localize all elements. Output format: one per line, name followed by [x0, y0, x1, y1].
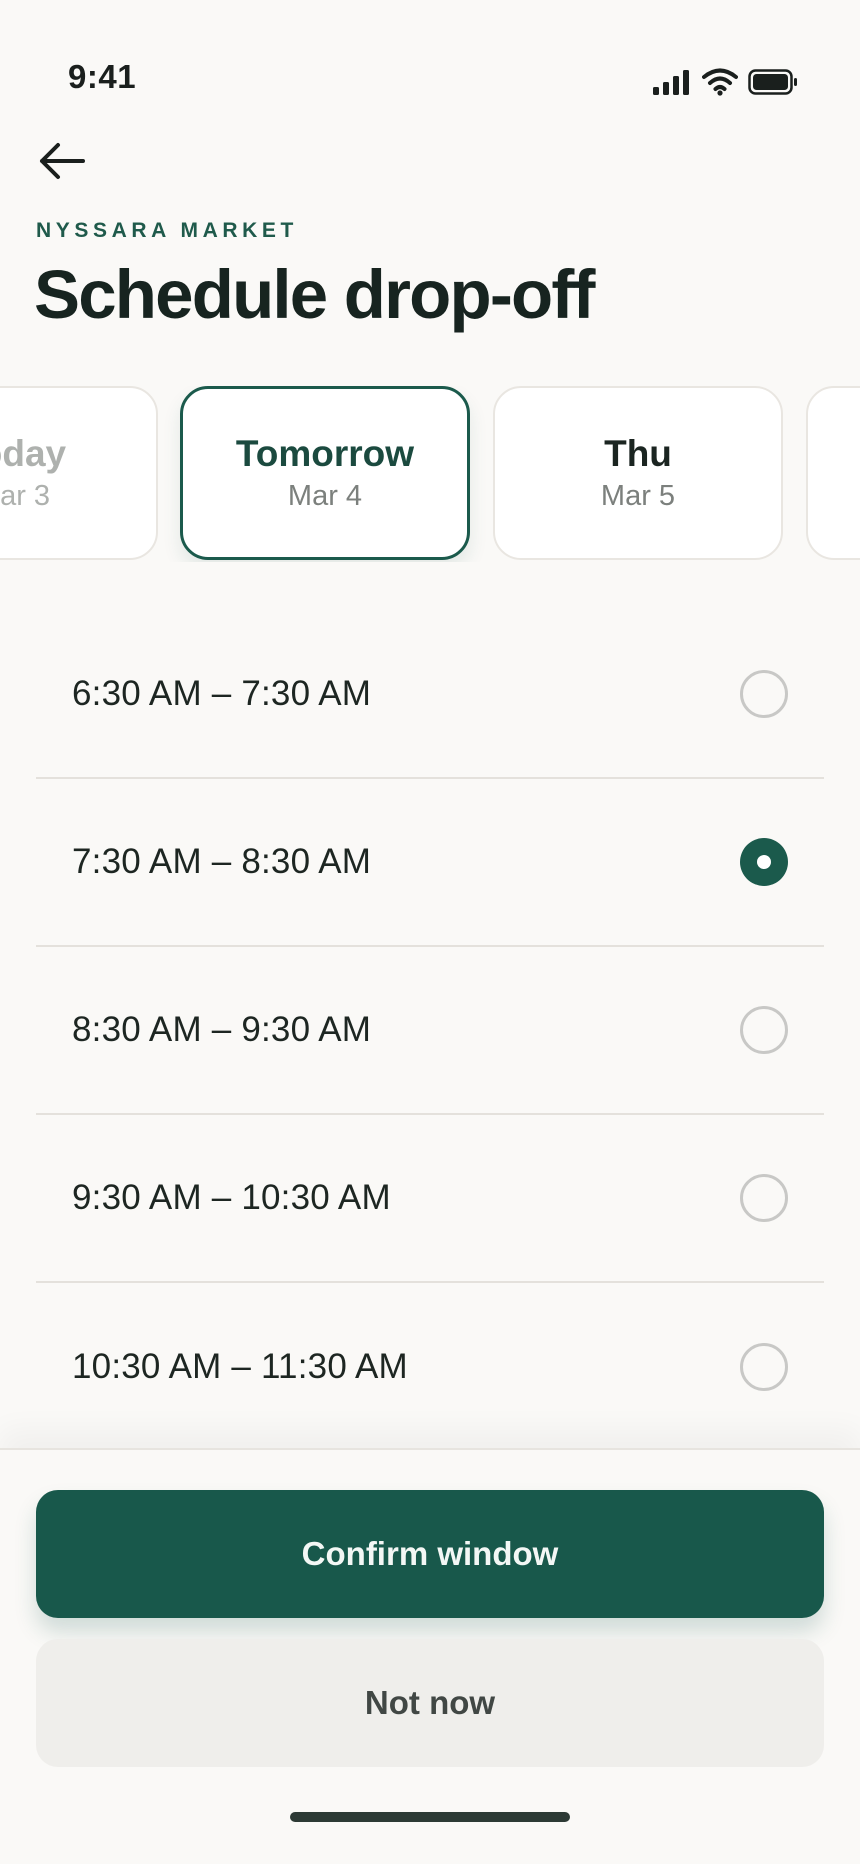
schedule-dropoff-screen: 9:41 NYSSARA MARKET Schedule drop-off da… — [0, 0, 860, 1864]
time-slot[interactable]: 10:30 AM – 11:30 AM — [36, 1283, 824, 1451]
slot-time: 6:30 AM – 7:30 AM — [72, 674, 372, 713]
action-sheet: Confirm window Not now — [0, 1448, 860, 1864]
store-name: NYSSARA MARKET — [36, 219, 298, 242]
radio-button-selected[interactable] — [740, 838, 788, 886]
day-date: Mar 4 — [287, 479, 363, 512]
day-card-next[interactable] — [806, 386, 860, 560]
status-bar: 9:41 — [0, 0, 860, 120]
arrow-left-icon — [37, 141, 87, 186]
status-icons — [652, 68, 798, 101]
day-label: Thu — [604, 433, 672, 475]
day-card-thu[interactable]: Thu Mar 5 — [493, 386, 783, 560]
radio-button[interactable] — [740, 670, 788, 718]
page-title: Schedule drop-off — [34, 256, 596, 333]
day-date: Mar 3 — [0, 479, 51, 512]
day-card-tomorrow[interactable]: Tomorrow Mar 4 — [180, 386, 470, 560]
confirm-window-button[interactable]: Confirm window — [36, 1490, 824, 1618]
slot-time: 7:30 AM – 8:30 AM — [72, 842, 372, 881]
slot-time: 9:30 AM – 10:30 AM — [72, 1178, 391, 1217]
day-date: Mar 5 — [600, 479, 676, 512]
not-now-button[interactable]: Not now — [36, 1639, 824, 1767]
battery-icon — [748, 69, 798, 100]
slot-time: 8:30 AM – 9:30 AM — [72, 1010, 372, 1049]
radio-button[interactable] — [740, 1343, 788, 1391]
day-label: Today — [0, 433, 67, 475]
slot-time: 10:30 AM – 11:30 AM — [72, 1347, 408, 1386]
radio-button[interactable] — [740, 1006, 788, 1054]
time-slot[interactable]: 7:30 AM – 8:30 AM — [36, 779, 824, 947]
time-slot[interactable]: 9:30 AM – 10:30 AM — [36, 1115, 824, 1283]
day-selector: Today Mar 3 Tomorrow Mar 4 Thu Mar 5 — [0, 386, 860, 562]
time-slot-list: 6:30 AM – 7:30 AM 7:30 AM – 8:30 AM 8:30… — [36, 611, 824, 1451]
time-slot[interactable]: 8:30 AM – 9:30 AM — [36, 947, 824, 1115]
day-label: Tomorrow — [235, 433, 415, 475]
cellular-signal-icon — [652, 69, 692, 100]
radio-button[interactable] — [740, 1174, 788, 1222]
time-slot[interactable]: 6:30 AM – 7:30 AM — [36, 611, 824, 779]
wifi-icon — [702, 68, 738, 101]
day-card-today[interactable]: Today Mar 3 — [0, 386, 158, 560]
back-button[interactable] — [30, 138, 94, 188]
home-indicator — [290, 1812, 570, 1822]
status-time: 9:41 — [68, 58, 137, 95]
radio-dot — [757, 855, 771, 869]
